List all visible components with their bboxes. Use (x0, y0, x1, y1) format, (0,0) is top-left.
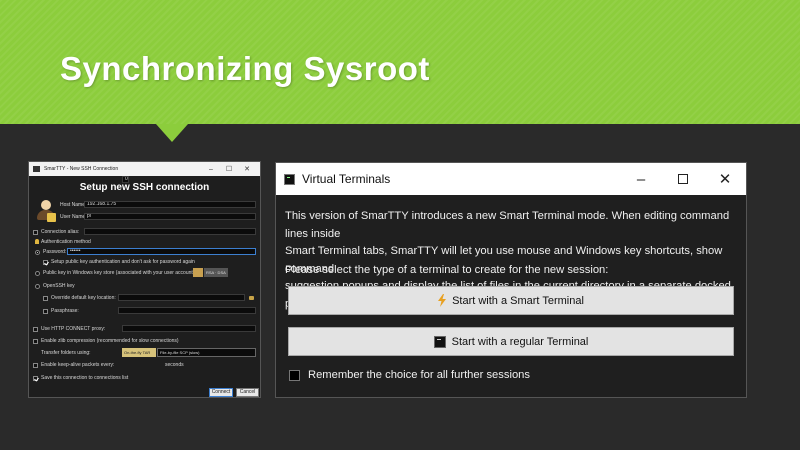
override-key-checkbox[interactable] (43, 295, 48, 301)
keepalive-label: Enable keep-alive packets every: (41, 362, 115, 368)
lightning-icon (438, 294, 447, 307)
user-field[interactable]: pi (84, 213, 256, 220)
keepalive-checkbox[interactable] (33, 362, 38, 368)
keystore-key-icon (193, 268, 203, 277)
password-radio[interactable] (35, 249, 40, 255)
http-proxy-label: Use HTTP CONNECT proxy: (41, 326, 106, 332)
keepalive-row: Enable keep-alive packets every: (33, 362, 114, 368)
password-row: Password: (35, 249, 66, 255)
host-field[interactable]: 192.168.1.75 (84, 201, 256, 208)
override-key-label: Override default key location: (51, 295, 116, 301)
http-proxy-checkbox[interactable] (33, 326, 38, 332)
zlib-label: Enable zlib compression (recommended for… (41, 338, 179, 344)
ssh-connection-dialog: SmarTTY - New SSH Connection – ☐ ✕ Setup… (28, 161, 261, 398)
maximize-icon[interactable]: ☐ (220, 165, 238, 173)
setup-pubkey-label: Setup public key authentication and don'… (51, 259, 195, 265)
user-lock-icon (36, 200, 56, 224)
smart-terminal-label: Start with a Smart Terminal (452, 294, 584, 307)
host-row: Host Name: (60, 202, 86, 208)
transfer-tar-option[interactable]: On-the-fly TAR (122, 348, 156, 357)
smartty-app-icon (33, 166, 40, 172)
password-label: Password: (43, 249, 67, 255)
remember-choice-checkbox[interactable] (289, 369, 300, 381)
keepalive-field[interactable]: 0 (122, 176, 129, 183)
connect-button[interactable]: Connect (209, 388, 233, 397)
openssh-row: OpenSSH key (35, 283, 75, 289)
transfer-label: Transfer folders using: (41, 350, 91, 356)
connection-alias-checkbox[interactable] (33, 229, 38, 235)
openssh-label: OpenSSH key (43, 283, 75, 289)
http-proxy-row: Use HTTP CONNECT proxy: (33, 326, 105, 332)
connection-alias-field[interactable] (84, 228, 256, 235)
openssh-radio[interactable] (35, 283, 40, 289)
host-label: Host Name: (60, 202, 87, 208)
http-proxy-field[interactable] (122, 325, 256, 332)
close-icon[interactable]: ✕ (704, 163, 746, 195)
key-type-selector[interactable]: RSA · DSA (204, 268, 228, 277)
transfer-row: Transfer folders using: (41, 350, 91, 356)
keepalive-unit-row: seconds (165, 362, 184, 368)
keepalive-unit: seconds (165, 362, 184, 368)
passphrase-checkbox[interactable] (43, 308, 48, 314)
regular-terminal-label: Start with a regular Terminal (451, 335, 589, 348)
cancel-button[interactable]: Cancel (236, 388, 259, 397)
ssh-window-title: SmarTTY - New SSH Connection (44, 166, 119, 172)
transfer-scp-option[interactable]: File-by-file SCP (slow) (157, 348, 256, 357)
auth-method-row: Authentication method (41, 239, 91, 245)
banner-pointer (156, 124, 188, 142)
vt-prompt: Please select the type of a terminal to … (285, 264, 609, 276)
ssh-titlebar: SmarTTY - New SSH Connection – ☐ ✕ (29, 162, 260, 176)
connection-alias-label: Connection alias: (41, 229, 80, 235)
zlib-row: Enable zlib compression (recommended for… (33, 338, 179, 344)
vt-description-line: This version of SmarTTY introduces a new… (285, 210, 730, 240)
close-icon[interactable]: ✕ (238, 165, 256, 173)
vt-titlebar: Virtual Terminals – ✕ (276, 163, 746, 195)
regular-terminal-button[interactable]: Start with a regular Terminal (288, 327, 734, 356)
windows-keystore-radio[interactable] (35, 270, 40, 276)
windows-keystore-row: Public key in Windows key store (associa… (35, 270, 196, 276)
save-connection-checkbox[interactable] (33, 375, 38, 381)
windows-keystore-label: Public key in Windows key store (associa… (43, 270, 196, 276)
key-icon (35, 239, 39, 244)
save-connection-row: Save this connection to connections list (33, 375, 128, 381)
folder-icon[interactable] (249, 296, 254, 300)
minimize-icon[interactable]: – (620, 163, 662, 195)
minimize-icon[interactable]: – (202, 166, 220, 173)
connection-alias-row: Connection alias: (33, 229, 79, 235)
password-field[interactable]: •••••• (67, 248, 256, 255)
slide-title: Synchronizing Sysroot (60, 50, 430, 87)
passphrase-label: Passphrase: (51, 308, 79, 314)
remember-choice-label: Remember the choice for all further sess… (308, 369, 530, 381)
passphrase-field[interactable] (118, 307, 256, 314)
user-label: User Name: (60, 214, 87, 220)
remember-choice-row[interactable]: Remember the choice for all further sess… (289, 369, 530, 381)
setup-pubkey-row: Setup public key authentication and don'… (43, 259, 195, 265)
override-key-field[interactable] (118, 294, 245, 301)
vt-window-title: Virtual Terminals (302, 172, 391, 186)
user-row: User Name: (60, 214, 87, 220)
setup-pubkey-checkbox[interactable] (43, 259, 48, 265)
override-key-row: Override default key location: (43, 295, 116, 301)
auth-method-label: Authentication method (41, 239, 91, 245)
maximize-icon[interactable] (662, 163, 704, 195)
virtual-terminals-dialog: Virtual Terminals – ✕ This version of Sm… (275, 162, 747, 398)
save-connection-label: Save this connection to connections list (41, 375, 129, 381)
passphrase-row: Passphrase: (43, 308, 79, 314)
ssh-heading: Setup new SSH connection (79, 182, 210, 193)
terminal-app-icon (284, 173, 295, 185)
zlib-checkbox[interactable] (33, 338, 38, 344)
smart-terminal-button[interactable]: Start with a Smart Terminal (288, 286, 734, 315)
terminal-icon (433, 335, 446, 348)
